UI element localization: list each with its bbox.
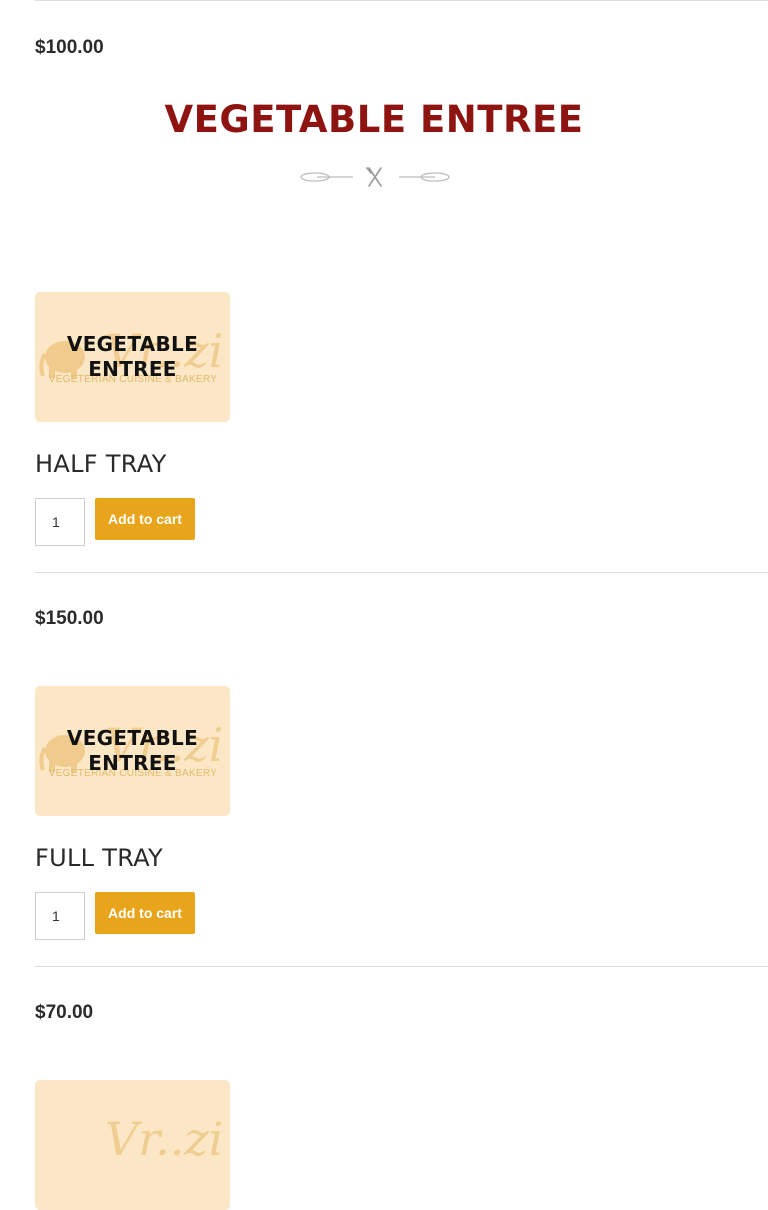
section-title: VEGETABLE ENTREE <box>164 98 584 141</box>
thumbnail-label-line2: ENTREE <box>88 751 177 775</box>
quantity-input[interactable] <box>35 892 85 940</box>
thumbnail-label-line1: VEGETABLE <box>66 332 199 356</box>
thumbnail-label: VEGETABLE ENTREE <box>35 726 230 776</box>
product-divider <box>35 966 768 967</box>
product-thumbnail[interactable]: Vr..zi VEGETERIAN CUISINE & BAKERY VEGET… <box>35 292 230 422</box>
product-thumbnail[interactable]: Vr..zi <box>35 1080 230 1210</box>
thumbnail-label-line2: ENTREE <box>88 357 177 381</box>
thumbnail-label-line1: VEGETABLE <box>66 726 199 750</box>
product-name[interactable]: HALF TRAY <box>35 450 167 478</box>
product-price: $70.00 <box>35 1002 94 1023</box>
svg-text:Vr..zi: Vr..zi <box>105 1112 223 1166</box>
product-price: $150.00 <box>35 608 104 629</box>
price-top: $100.00 <box>35 37 104 58</box>
quantity-input[interactable] <box>35 498 85 546</box>
top-divider <box>35 0 768 1</box>
product-divider <box>35 572 768 573</box>
add-to-cart-button[interactable]: Add to cart <box>95 498 195 540</box>
elephant-logo-icon: Vr..zi <box>105 1112 223 1166</box>
fork-knife-divider-icon <box>300 167 450 187</box>
product-name[interactable]: FULL TRAY <box>35 844 163 872</box>
thumbnail-label: VEGETABLE ENTREE <box>35 332 230 382</box>
add-to-cart-button[interactable]: Add to cart <box>95 892 195 934</box>
product-thumbnail[interactable]: Vr..zi VEGETERIAN CUISINE & BAKERY VEGET… <box>35 686 230 816</box>
